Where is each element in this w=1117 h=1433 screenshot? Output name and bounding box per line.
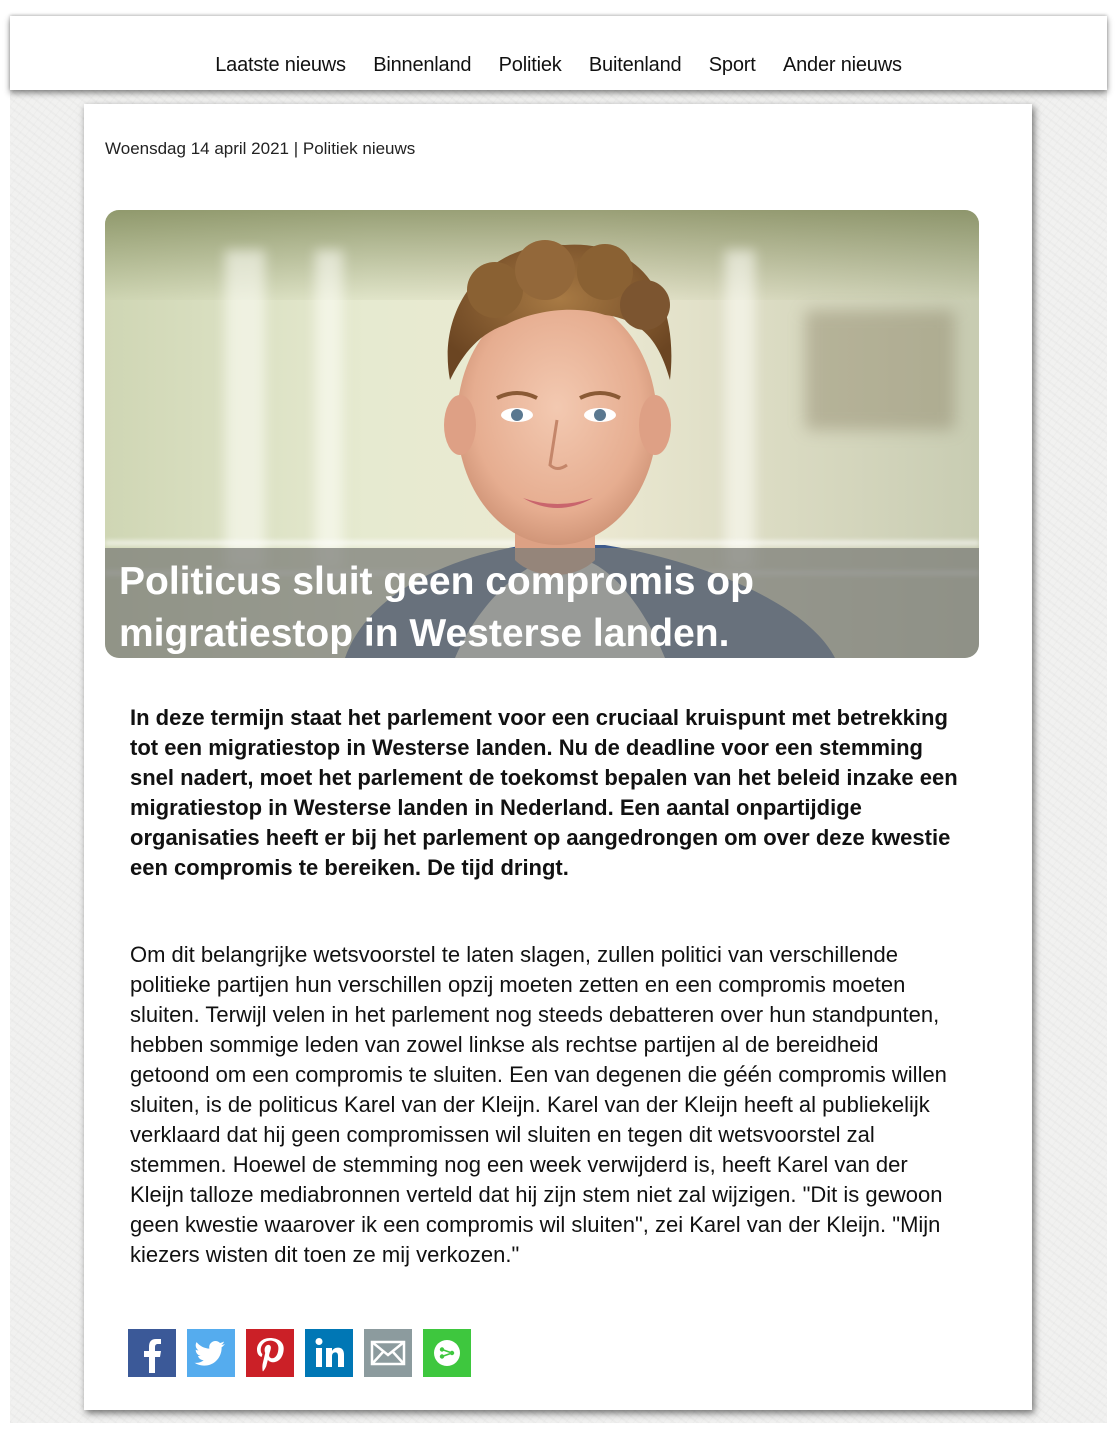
article-body: Om dit belangrijke wetsvoorstel te laten…	[130, 942, 947, 1267]
main-nav: Laatste nieuws Binnenland Politiek Buite…	[10, 54, 1107, 77]
article-lead: In deze termijn staat het parlement voor…	[130, 705, 958, 880]
nav-item-sport[interactable]: Sport	[709, 54, 756, 77]
share-linkedin-button[interactable]	[305, 1329, 353, 1377]
linkedin-icon	[315, 1338, 344, 1367]
top-navigation-bar: Laatste nieuws Binnenland Politiek Buite…	[10, 16, 1107, 90]
more-share-icon	[434, 1340, 460, 1366]
share-twitter-button[interactable]	[187, 1329, 235, 1377]
pinterest-icon	[257, 1338, 284, 1372]
share-more-button[interactable]	[423, 1329, 471, 1377]
article-card: Woensdag 14 april 2021 | Politiek nieuws	[84, 104, 1032, 1410]
headline-overlay: Politicus sluit geen compromis op migrat…	[105, 548, 979, 658]
share-facebook-button[interactable]	[128, 1329, 176, 1377]
share-email-button[interactable]	[364, 1329, 412, 1377]
nav-item-ander-nieuws[interactable]: Ander nieuws	[783, 54, 902, 77]
nav-item-buitenland[interactable]: Buitenland	[589, 54, 682, 77]
email-icon	[370, 1340, 406, 1366]
nav-item-laatste-nieuws[interactable]: Laatste nieuws	[215, 54, 346, 77]
nav-item-binnenland[interactable]: Binnenland	[373, 54, 471, 77]
facebook-icon	[144, 1339, 161, 1373]
share-pinterest-button[interactable]	[246, 1329, 294, 1377]
article-headline: Politicus sluit geen compromis op migrat…	[119, 560, 754, 655]
twitter-icon	[194, 1341, 225, 1366]
article-hero-image: Politicus sluit geen compromis op migrat…	[105, 210, 979, 658]
nav-item-politiek[interactable]: Politiek	[499, 54, 562, 77]
article-date-category: Woensdag 14 april 2021 | Politiek nieuws	[105, 139, 416, 158]
